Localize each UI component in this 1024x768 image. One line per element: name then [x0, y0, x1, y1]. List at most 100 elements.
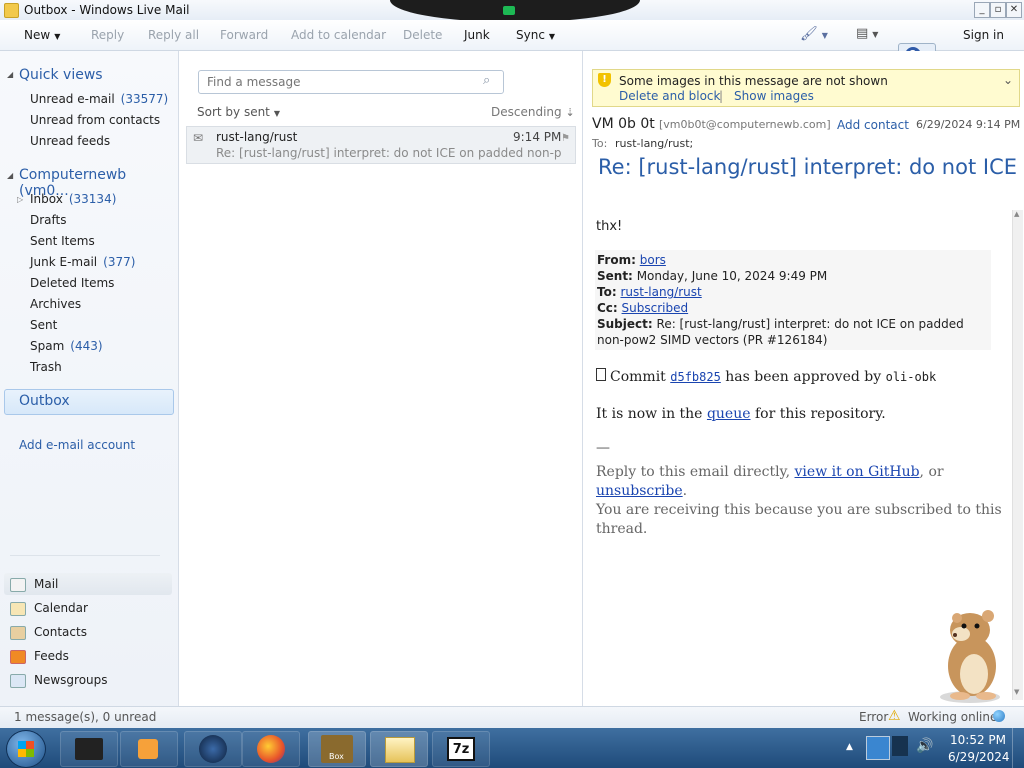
search-input[interactable]	[205, 73, 469, 91]
sevenzip-icon: 7z	[447, 737, 475, 761]
chevron-down-icon: ▼	[273, 109, 281, 118]
nav-calendar[interactable]: Calendar	[4, 597, 172, 619]
taskbar-windows-live-mail[interactable]	[370, 731, 428, 767]
nav-contacts-label: Contacts	[34, 625, 87, 639]
status-bar: 1 message(s), 0 unread Error ⚠ Working o…	[0, 706, 1024, 729]
close-button[interactable]: ✕	[1006, 2, 1022, 18]
show-desktop-button[interactable]	[1012, 728, 1024, 768]
chevron-down-icon: ▼	[548, 32, 556, 41]
collapse-icon[interactable]: ◢	[7, 171, 13, 180]
taskbar-media-player[interactable]	[120, 731, 178, 767]
folder-junk[interactable]: Junk E-mail (377)	[30, 255, 135, 269]
taskbar-firefox[interactable]	[242, 731, 300, 767]
scroll-down-icon[interactable]: ▼	[1014, 688, 1019, 696]
minimize-button[interactable]: _	[974, 2, 990, 18]
quoted-to-link[interactable]: rust-lang/rust	[620, 285, 701, 299]
nav-newsgroups-label: Newsgroups	[34, 673, 108, 687]
window-title: Outbox - Windows Live Mail	[24, 3, 190, 17]
taskbar-browser-dark[interactable]	[184, 731, 242, 767]
folder-deleted-items[interactable]: Deleted Items	[30, 276, 114, 290]
add-to-calendar-button[interactable]: Add to calendar	[291, 28, 386, 42]
new-button[interactable]: New ▼	[24, 28, 60, 42]
show-images-link[interactable]: Show images	[734, 89, 814, 103]
firefox-icon	[257, 735, 285, 763]
reading-pane-scrollbar[interactable]: ▲ ▼	[1012, 210, 1023, 700]
footer-text: Reply to this email directly, view it on…	[596, 464, 1002, 537]
volume-icon[interactable]: 🔊	[916, 738, 933, 754]
nav-contacts[interactable]: Contacts	[4, 621, 172, 643]
reply-button[interactable]: Reply	[91, 28, 124, 42]
nav-feeds[interactable]: Feeds	[4, 645, 172, 667]
taskbar-terminal[interactable]	[60, 731, 118, 767]
subject-label: Subject:	[597, 317, 653, 331]
cc-link[interactable]: Subscribed	[622, 301, 689, 315]
device-icon[interactable]	[892, 736, 908, 756]
view-options-icon[interactable]: ▤ ▼	[856, 26, 878, 41]
junk-button[interactable]: Junk	[464, 28, 490, 42]
delete-and-block-link[interactable]: Delete and block	[619, 89, 720, 103]
images-blocked-bar: ! Some images in this message are not sh…	[592, 69, 1020, 107]
clock-time[interactable]: 10:52 PM	[950, 733, 1006, 747]
from-label: From:	[597, 253, 636, 267]
add-email-account-link[interactable]: Add e-mail account	[19, 438, 135, 452]
folder-inbox[interactable]: Inbox (33134)	[30, 192, 116, 206]
maximize-button[interactable]: ▫	[990, 2, 1006, 18]
quick-view-unread-email[interactable]: Unread e-mail (33577)	[30, 92, 168, 106]
quick-view-unread-feeds[interactable]: Unread feeds	[30, 134, 110, 148]
taskbar-box-app[interactable]: Box	[308, 731, 366, 767]
box-label: Box	[329, 752, 344, 761]
media-player-icon	[138, 739, 158, 759]
queue-link[interactable]: queue	[707, 406, 751, 422]
calendar-icon	[10, 602, 26, 616]
collapse-icon[interactable]: ◢	[7, 70, 13, 79]
forward-button[interactable]: Forward	[220, 28, 268, 42]
cc-label: Cc:	[597, 301, 618, 315]
tray-expand-icon[interactable]: ▲	[846, 742, 853, 752]
expand-icon[interactable]: ▷	[17, 195, 23, 204]
taskbar-7zip[interactable]: 7z	[432, 731, 490, 767]
nav-mail[interactable]: Mail	[4, 573, 172, 595]
network-icon[interactable]	[866, 736, 890, 760]
chevron-down-icon[interactable]: ⌄	[1003, 73, 1013, 87]
sort-order-button[interactable]: Descending ⇣	[491, 105, 575, 119]
message-date: 6/29/2024 9:14 PM	[916, 118, 1021, 131]
delete-button[interactable]: Delete	[403, 28, 442, 42]
nav-newsgroups[interactable]: Newsgroups	[4, 669, 172, 691]
folder-trash[interactable]: Trash	[30, 360, 62, 374]
folder-pane: ◢ Quick views Unread e-mail (33577) Unrea…	[0, 51, 179, 706]
clock-date[interactable]: 6/29/2024	[948, 750, 1010, 764]
view-on-github-link[interactable]: view it on GitHub	[795, 464, 920, 480]
folder-sent-items[interactable]: Sent Items	[30, 234, 95, 248]
add-contact-link[interactable]: Add contact	[837, 118, 909, 132]
sync-button[interactable]: Sync ▼	[516, 28, 555, 42]
brush-icon[interactable]: 🖌 ▼	[800, 26, 828, 42]
sort-by-dropdown[interactable]: Sort by sent ▼	[197, 105, 280, 119]
status-error[interactable]: Error	[859, 710, 888, 724]
separator: |	[719, 89, 724, 103]
search-icon[interactable]: ⌕	[483, 73, 490, 88]
folder-drafts[interactable]: Drafts	[30, 213, 67, 227]
from-link[interactable]: bors	[640, 253, 666, 267]
quick-view-unread-contacts[interactable]: Unread from contacts	[30, 113, 160, 127]
flag-icon[interactable]: ⚑	[561, 133, 570, 144]
unsubscribe-link[interactable]: unsubscribe	[596, 483, 683, 499]
status-message-count: 1 message(s), 0 unread	[14, 710, 157, 724]
folder-outbox[interactable]: Outbox	[4, 389, 174, 415]
quick-views-header[interactable]: Quick views	[19, 67, 103, 83]
folder-spam[interactable]: Spam (443)	[30, 339, 103, 353]
quoted-header-block: From: bors Sent: Monday, June 10, 2024 9…	[595, 250, 991, 350]
message-row[interactable]: ✉ rust-lang/rust 9:14 PM ⚑ Re: [rust-lan…	[186, 126, 576, 164]
terminal-icon	[75, 738, 103, 760]
scroll-up-icon[interactable]: ▲	[1014, 210, 1019, 218]
start-button[interactable]	[6, 730, 46, 768]
message-time: 9:14 PM	[513, 130, 562, 144]
shield-warning-icon: !	[598, 73, 611, 87]
commit-hash-link[interactable]: d5fb825	[670, 370, 721, 384]
folder-archives[interactable]: Archives	[30, 297, 81, 311]
sign-in-button[interactable]: Sign in	[963, 28, 1004, 42]
app-icon	[4, 3, 19, 18]
to-value: rust-lang/rust;	[615, 137, 694, 150]
folder-sent[interactable]: Sent	[30, 318, 57, 332]
message-list-pane: ⌕ Sort by sent▼ Descending ⇣ ✉ rust-lang…	[180, 51, 578, 706]
reply-all-button[interactable]: Reply all	[148, 28, 199, 42]
